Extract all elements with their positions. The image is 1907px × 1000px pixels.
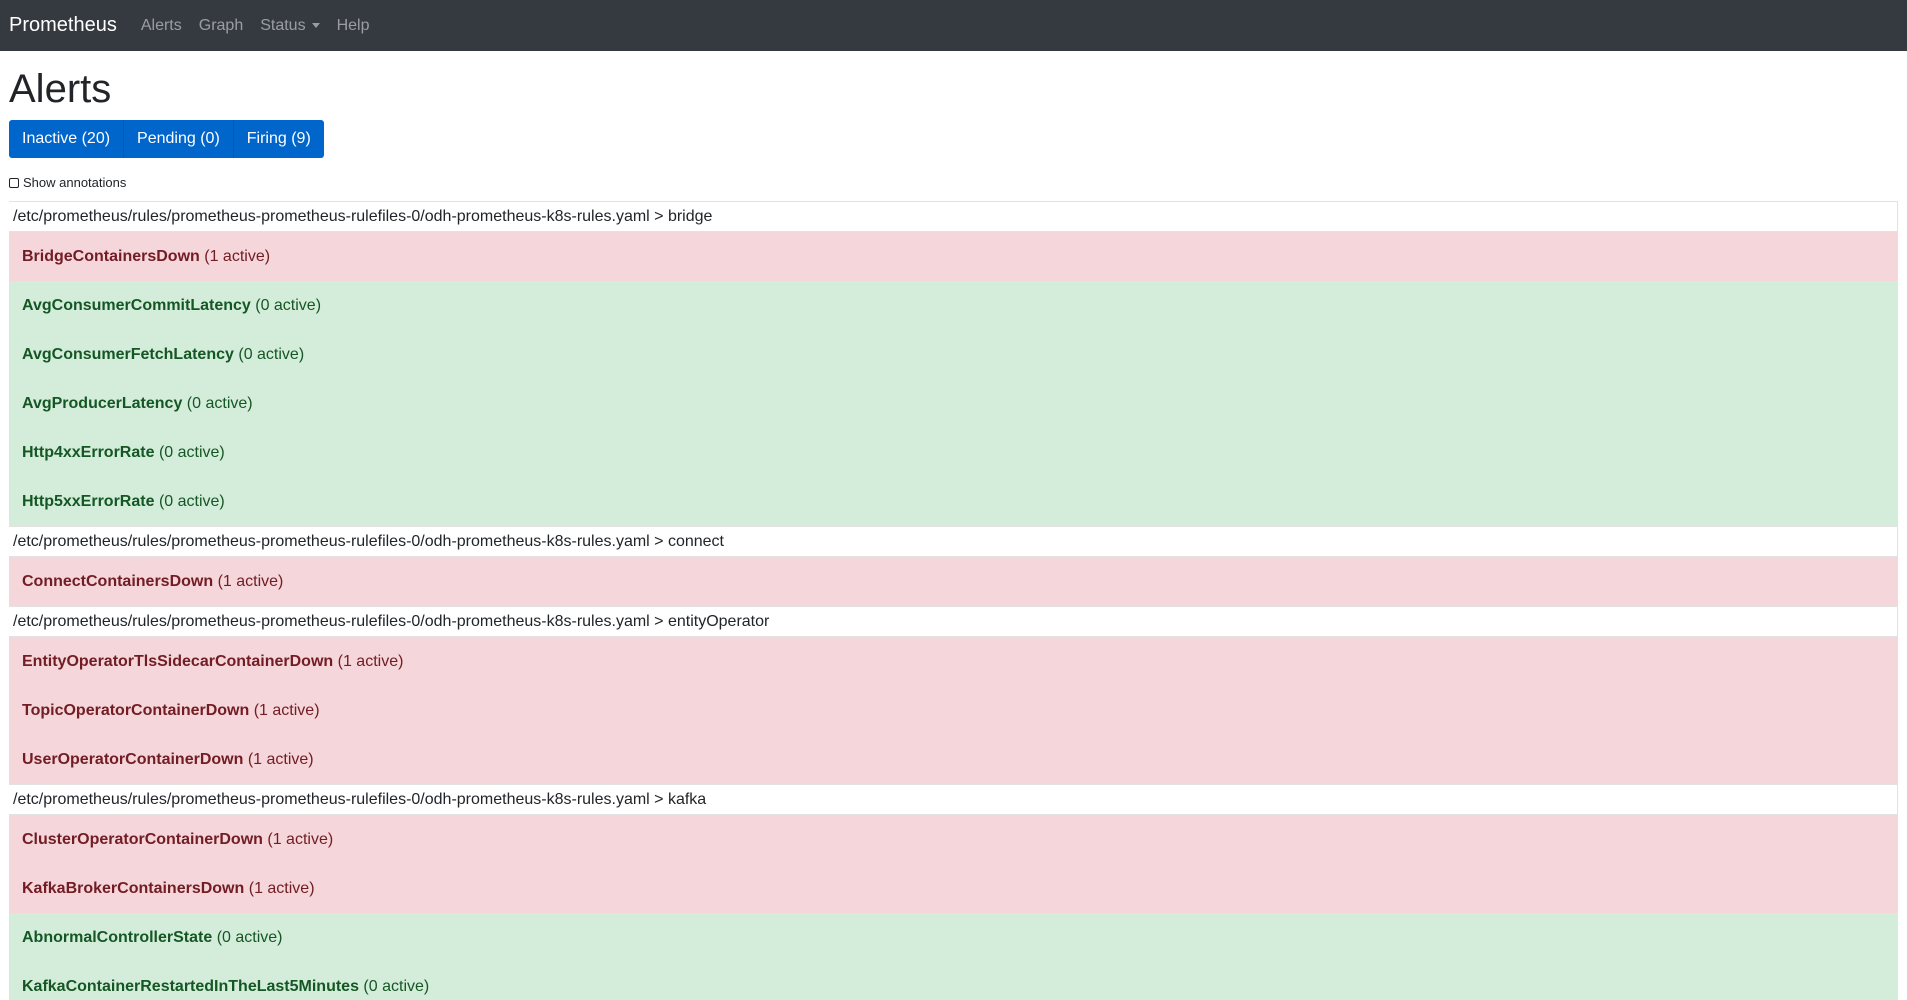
show-annotations-checkbox[interactable] [9,177,19,188]
alert-rule-active-count: (1 active) [248,880,315,897]
brand-link[interactable]: Prometheus [9,14,117,37]
alert-state-filter: Inactive (20) Pending (0) Firing (9) [9,120,324,158]
alert-rule-name: TopicOperatorContainerDown [22,702,250,719]
alert-rule-row[interactable]: UserOperatorContainerDown (1 active) [9,735,1898,784]
rule-group-header: /etc/prometheus/rules/prometheus-prometh… [9,784,1898,815]
alert-rule-active-count: (0 active) [158,444,225,461]
nav-help-link[interactable]: Help [337,17,370,35]
rule-group-header: /etc/prometheus/rules/prometheus-prometh… [9,201,1898,232]
alert-rule-name: ConnectContainersDown [22,573,214,590]
nav-graph-link[interactable]: Graph [199,17,243,35]
alert-rule-name: ClusterOperatorContainerDown [22,831,263,848]
alert-rule-active-count: (0 active) [255,297,322,314]
alert-rule-row[interactable]: KafkaBrokerContainersDown (1 active) [9,864,1898,913]
alert-rule-row[interactable]: Http4xxErrorRate (0 active) [9,428,1898,477]
inactive-filter-button[interactable]: Inactive (20) [9,120,125,158]
alert-rule-name: AvgConsumerCommitLatency [22,297,251,314]
alert-rule-active-count: (0 active) [158,493,225,510]
alert-rule-name: Http5xxErrorRate [22,493,155,510]
alert-rule-active-count: (0 active) [238,346,305,363]
alert-rule-row[interactable]: AvgProducerLatency (0 active) [9,379,1898,428]
alert-rule-name: EntityOperatorTlsSidecarContainerDown [22,653,334,670]
alert-rule-row[interactable]: BridgeContainersDown (1 active) [9,232,1898,281]
show-annotations-label: Show annotations [23,175,127,190]
alert-rule-name: UserOperatorContainerDown [22,751,244,768]
alert-rule-active-count: (1 active) [337,653,404,670]
alert-rule-name: KafkaContainerRestartedInTheLast5Minutes [22,978,359,995]
alert-rule-name: KafkaBrokerContainersDown [22,880,245,897]
show-annotations-toggle[interactable]: Show annotations [9,175,1898,190]
alert-rule-name: AvgConsumerFetchLatency [22,346,234,363]
nav-status-label: Status [260,16,306,34]
alert-rule-row[interactable]: Http5xxErrorRate (0 active) [9,477,1898,526]
nav-status-dropdown[interactable]: Status [260,16,320,35]
page-title: Alerts [9,67,112,111]
rule-group-header: /etc/prometheus/rules/prometheus-prometh… [9,526,1898,557]
alert-rule-row[interactable]: EntityOperatorTlsSidecarContainerDown (1… [9,637,1898,686]
alert-rule-active-count: (1 active) [267,831,334,848]
main-content: Alerts Inactive (20) Pending (0) Firing … [0,65,1907,1000]
alert-rule-row[interactable]: ConnectContainersDown (1 active) [9,557,1898,606]
alert-rule-active-count: (1 active) [253,702,320,719]
alert-rule-active-count: (0 active) [363,978,430,995]
alert-rule-row[interactable]: TopicOperatorContainerDown (1 active) [9,686,1898,735]
alert-rule-name: BridgeContainersDown [22,248,200,265]
top-navbar: Prometheus Alerts Graph Status Help [0,0,1907,51]
rule-groups-list: /etc/prometheus/rules/prometheus-prometh… [9,201,1898,1000]
rule-group-header: /etc/prometheus/rules/prometheus-prometh… [9,606,1898,637]
alert-rule-active-count: (1 active) [204,248,271,265]
alert-rule-active-count: (1 active) [217,573,284,590]
alert-rule-name: Http4xxErrorRate [22,444,155,461]
alert-rule-name: AbnormalControllerState [22,929,213,946]
alert-rule-row[interactable]: AvgConsumerCommitLatency (0 active) [9,281,1898,330]
alert-rule-row[interactable]: AvgConsumerFetchLatency (0 active) [9,330,1898,379]
pending-filter-button[interactable]: Pending (0) [124,120,234,158]
alert-rule-row[interactable]: AbnormalControllerState (0 active) [9,913,1898,962]
alert-rule-row[interactable]: KafkaContainerRestartedInTheLast5Minutes… [9,962,1898,1000]
alert-rule-row[interactable]: ClusterOperatorContainerDown (1 active) [9,815,1898,864]
nav-alerts-link[interactable]: Alerts [141,17,182,35]
caret-down-icon [311,23,320,28]
firing-filter-button[interactable]: Firing (9) [234,120,324,158]
alert-rule-name: AvgProducerLatency [22,395,183,412]
alert-rule-active-count: (1 active) [247,751,314,768]
alert-rule-active-count: (0 active) [216,929,283,946]
alert-rule-active-count: (0 active) [186,395,253,412]
